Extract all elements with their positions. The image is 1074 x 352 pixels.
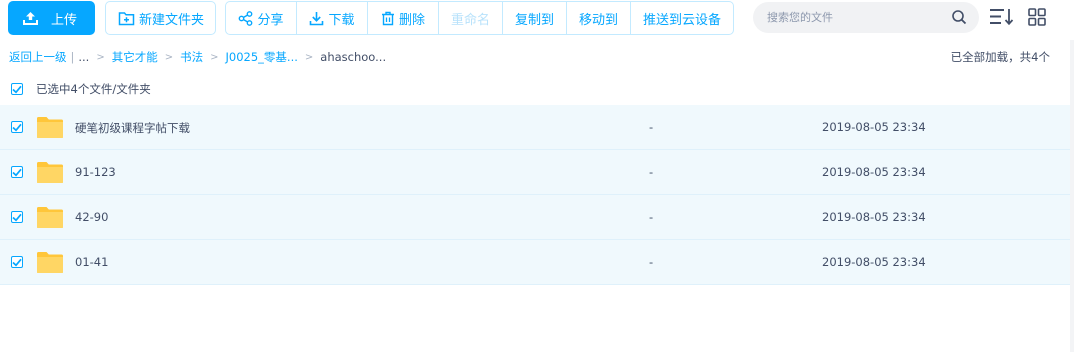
upload-icon [23,11,38,25]
search-box [753,2,979,33]
folder-icon [36,161,64,187]
search-icon[interactable] [951,9,967,28]
folder-icon [36,116,64,142]
breadcrumb-item[interactable]: 其它才能 [112,49,158,65]
chevron-right-icon: > [164,51,174,63]
rename-label: 重命名 [450,12,490,28]
trash-icon [381,11,395,26]
check-icon [12,258,22,267]
check-icon [12,213,22,222]
breadcrumb-current: ahaschoo... [320,50,387,64]
file-row[interactable]: 硬笔初级课程字帖下载 - 2019-08-05 23:34 [0,105,1070,150]
chevron-right-icon: > [304,51,314,63]
file-name[interactable]: 42-90 [75,210,108,224]
file-size: - [649,210,654,224]
file-row[interactable]: 91-123 - 2019-08-05 23:34 [0,150,1070,195]
new-folder-label: 新建文件夹 [139,12,205,28]
file-name[interactable]: 91-123 [75,165,116,179]
check-icon [12,123,22,132]
move-to-button[interactable]: 移动到 [567,2,631,34]
push-to-device-button[interactable]: 推送到云设备 [631,2,733,34]
select-all: 已选中4个文件/文件夹 [11,81,151,97]
breadcrumb-more[interactable]: ... [78,50,89,64]
file-action-group: 分享 下载 删除 重命名 复制到 移动到 推送到云设备 [225,1,734,35]
new-folder-button[interactable]: 新建文件夹 [105,1,216,35]
row-checkbox[interactable] [11,121,23,133]
delete-button[interactable]: 删除 [368,2,439,34]
row-checkbox[interactable] [11,256,23,268]
rename-button[interactable]: 重命名 [439,2,503,34]
share-icon [238,10,253,26]
file-list: 硬笔初级课程字帖下载 - 2019-08-05 23:34 91-123 - 2… [0,105,1070,285]
file-name[interactable]: 01-41 [75,255,108,269]
breadcrumb: 返回上一级 | ... > 其它才能 > 书法 > J0025_零基... > … [9,49,386,65]
chevron-right-icon: > [96,51,105,63]
vertical-scrollbar[interactable] [1070,40,1074,352]
share-label: 分享 [257,12,284,28]
upload-label: 上传 [51,12,78,28]
push-to-device-label: 推送到云设备 [642,12,721,28]
check-icon [12,85,22,94]
check-icon [12,168,22,177]
delete-label: 删除 [398,12,425,28]
breadcrumb-item[interactable]: 书法 [180,49,203,65]
file-row[interactable]: 01-41 - 2019-08-05 23:34 [0,240,1070,285]
breadcrumb-item[interactable]: J0025_零基... [226,49,298,65]
file-row[interactable]: 42-90 - 2019-08-05 23:34 [0,195,1070,240]
file-name[interactable]: 硬笔初级课程字帖下载 [75,120,190,136]
copy-to-button[interactable]: 复制到 [503,2,567,34]
file-modified-time: 2019-08-05 23:34 [822,165,926,179]
row-checkbox[interactable] [11,166,23,178]
folder-icon [36,251,64,277]
row-checkbox[interactable] [11,211,23,223]
download-label: 下载 [328,12,355,28]
move-to-label: 移动到 [578,12,618,28]
file-modified-time: 2019-08-05 23:34 [822,120,926,134]
grid-view-icon[interactable] [1028,8,1046,29]
file-size: - [649,120,654,134]
select-all-checkbox[interactable] [11,83,23,95]
breadcrumb-back-link[interactable]: 返回上一级 [9,49,67,65]
new-folder-icon [118,11,135,26]
file-modified-time: 2019-08-05 23:34 [822,255,926,269]
copy-to-label: 复制到 [514,12,554,28]
upload-button[interactable]: 上传 [8,1,95,35]
toolbar: 上传 新建文件夹 分享 下载 删除 重命名 复制到 移动到 推送到云设备 [0,0,1074,36]
download-icon [309,11,324,26]
chevron-right-icon: > [210,51,219,63]
file-size: - [649,255,654,269]
file-size: - [649,165,654,179]
search-input[interactable] [767,2,947,33]
file-modified-time: 2019-08-05 23:34 [822,210,926,224]
breadcrumb-divider: | [70,50,75,64]
folder-icon [36,206,64,232]
selection-count-label: 已选中4个文件/文件夹 [36,82,151,96]
sort-icon[interactable] [989,6,1015,31]
download-button[interactable]: 下载 [297,2,368,34]
share-button[interactable]: 分享 [226,2,297,34]
load-status: 已全部加载，共4个 [950,50,1050,64]
